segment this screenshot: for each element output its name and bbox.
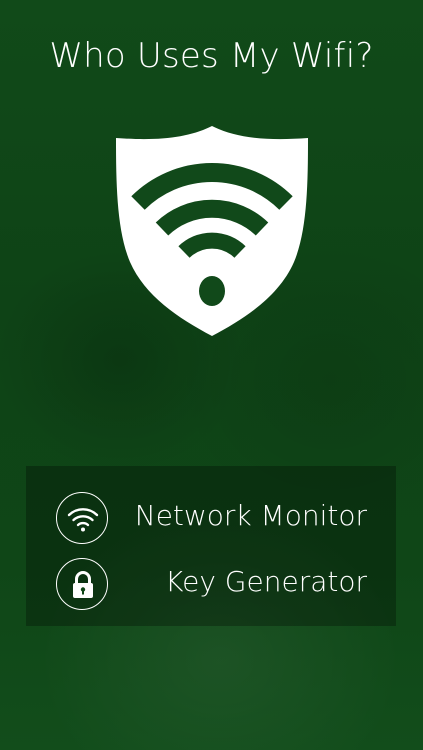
network-monitor-button[interactable]: Network Monitor: [26, 488, 396, 548]
menu-panel: Network Monitor Key Generator: [26, 466, 396, 626]
network-monitor-label: Network Monitor: [134, 499, 367, 532]
shield-wifi-icon: [116, 126, 308, 336]
key-generator-button[interactable]: Key Generator: [26, 554, 396, 614]
app-title: Who Uses My Wifi?: [49, 36, 374, 76]
key-generator-label: Key Generator: [165, 565, 367, 598]
lock-icon: [56, 558, 108, 610]
wifi-icon: [56, 492, 108, 544]
